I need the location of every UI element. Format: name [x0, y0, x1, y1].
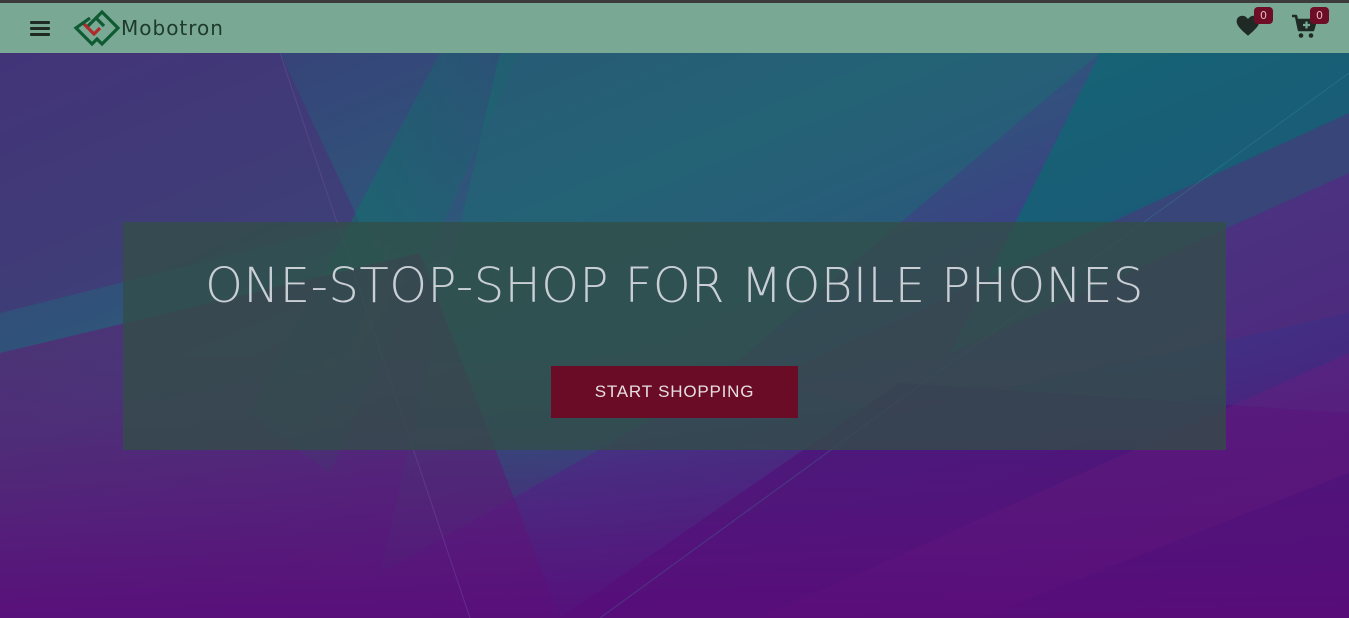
- hamburger-menu-icon[interactable]: [28, 17, 52, 39]
- cart-button[interactable]: 0: [1291, 7, 1329, 43]
- brand-name: Mobotron: [121, 16, 224, 40]
- hero-panel: ONE-STOP-SHOP FOR MOBILE PHONES START SH…: [123, 222, 1226, 450]
- navbar: Mobotron 0 0: [0, 3, 1349, 53]
- brand-link[interactable]: Mobotron: [72, 9, 224, 47]
- cart-count-badge: 0: [1310, 7, 1329, 24]
- start-shopping-button[interactable]: START SHOPPING: [551, 366, 798, 418]
- mobotron-logo-icon: [73, 9, 121, 47]
- wishlist-count-badge: 0: [1254, 7, 1273, 24]
- hero-section: ONE-STOP-SHOP FOR MOBILE PHONES START SH…: [0, 53, 1349, 618]
- hero-title: ONE-STOP-SHOP FOR MOBILE PHONES: [205, 258, 1144, 314]
- wishlist-button[interactable]: 0: [1235, 7, 1273, 43]
